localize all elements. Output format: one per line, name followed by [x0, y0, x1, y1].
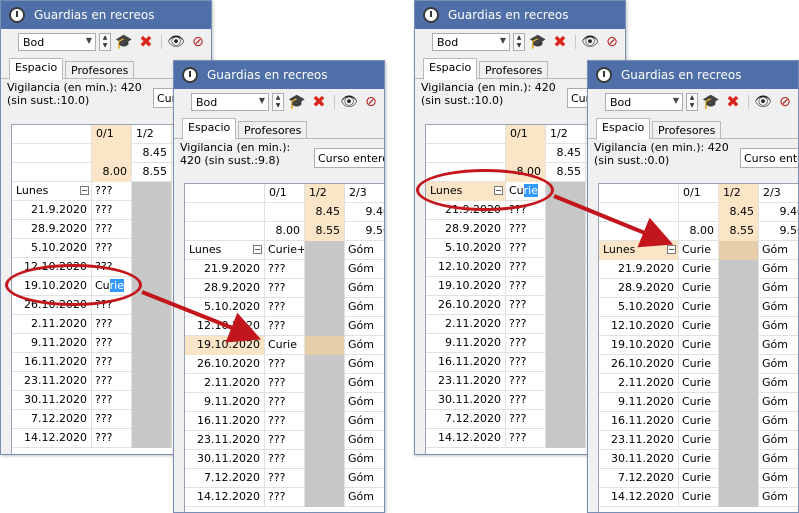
annotation-arrow — [553, 194, 674, 248]
annotation-arrow — [141, 290, 262, 343]
annotation-arrows — [141, 194, 674, 343]
